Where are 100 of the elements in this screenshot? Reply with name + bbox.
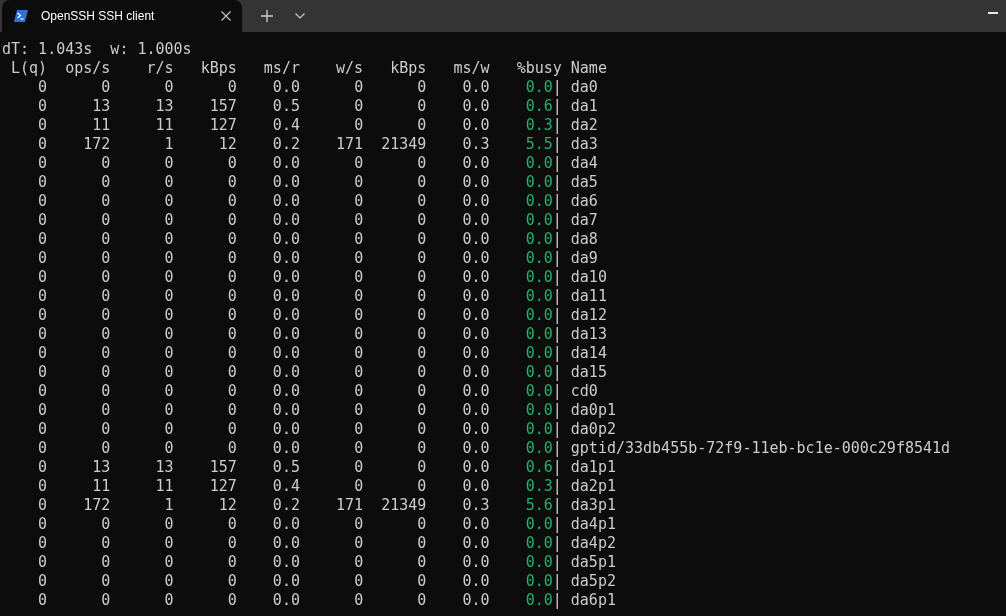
write-latency-value: 0.0 — [461, 268, 490, 287]
write-latency-value: 0.0 — [461, 515, 490, 534]
pipe-character: | — [552, 515, 562, 534]
write-throughput-value: 0 — [416, 287, 427, 306]
queue-length-value: 0 — [37, 515, 48, 534]
writes-per-second-value: 0 — [353, 249, 364, 268]
chevron-down-icon[interactable] — [295, 13, 305, 19]
device-name: da2p1 — [570, 477, 616, 496]
write-latency-value: 0.0 — [461, 420, 490, 439]
read-throughput-value: 0 — [226, 515, 237, 534]
read-latency-value: 0.0 — [271, 534, 300, 553]
ops-per-second-value: 0 — [100, 420, 111, 439]
read-throughput-value: 0 — [226, 572, 237, 591]
write-throughput-value: 0 — [416, 249, 427, 268]
device-name: da1 — [570, 97, 598, 116]
read-latency-value: 0.0 — [271, 420, 300, 439]
column-header: Name — [570, 59, 607, 78]
read-throughput-value: 0 — [226, 287, 237, 306]
terminal-tab[interactable]: OpenSSH SSH client — [2, 0, 242, 32]
write-throughput-value: 0 — [416, 382, 427, 401]
read-throughput-value: 157 — [208, 97, 237, 116]
ops-per-second-value: 0 — [100, 325, 111, 344]
queue-length-value: 0 — [37, 553, 48, 572]
read-throughput-value: 0 — [226, 363, 237, 382]
pipe-character: | — [552, 211, 562, 230]
device-name: da3p1 — [570, 496, 616, 515]
write-latency-value: 0.0 — [461, 382, 490, 401]
ops-per-second-value: 0 — [100, 154, 111, 173]
device-name: da4 — [570, 154, 598, 173]
write-throughput-value: 0 — [416, 192, 427, 211]
read-latency-value: 0.2 — [271, 135, 300, 154]
write-throughput-value: 0 — [416, 116, 427, 135]
busy-percent-value: 0.0 — [524, 534, 553, 553]
pipe-character: | — [552, 154, 562, 173]
pipe-character: | — [552, 591, 562, 610]
pipe-character: | — [552, 458, 562, 477]
busy-percent-value: 0.0 — [524, 173, 553, 192]
queue-length-value: 0 — [37, 154, 48, 173]
pipe-character: | — [552, 230, 562, 249]
queue-length-value: 0 — [37, 325, 48, 344]
queue-length-value: 0 — [37, 591, 48, 610]
read-latency-value: 0.0 — [271, 268, 300, 287]
busy-percent-value: 0.0 — [524, 401, 553, 420]
ops-per-second-value: 13 — [91, 97, 111, 116]
write-throughput-value: 0 — [416, 173, 427, 192]
write-latency-value: 0.0 — [461, 97, 490, 116]
busy-percent-value: 0.0 — [524, 306, 553, 325]
queue-length-value: 0 — [37, 249, 48, 268]
pipe-character: | — [552, 173, 562, 192]
write-latency-value: 0.0 — [461, 401, 490, 420]
queue-length-value: 0 — [37, 116, 48, 135]
column-header: r/s — [145, 59, 174, 78]
read-latency-value: 0.0 — [271, 439, 300, 458]
read-throughput-value: 0 — [226, 306, 237, 325]
queue-length-value: 0 — [37, 477, 48, 496]
column-header: kBps — [389, 59, 427, 78]
close-icon[interactable] — [221, 11, 231, 21]
writes-per-second-value: 0 — [353, 420, 364, 439]
writes-per-second-value: 0 — [353, 363, 364, 382]
read-throughput-value: 157 — [208, 458, 237, 477]
read-throughput-value: 0 — [226, 268, 237, 287]
write-latency-value: 0.0 — [461, 553, 490, 572]
ops-per-second-value: 0 — [100, 591, 111, 610]
device-name: da9 — [570, 249, 598, 268]
busy-percent-value: 0.0 — [524, 382, 553, 401]
read-throughput-value: 0 — [226, 534, 237, 553]
queue-length-value: 0 — [37, 211, 48, 230]
pipe-character: | — [552, 97, 562, 116]
read-latency-value: 0.4 — [271, 477, 300, 496]
write-throughput-value: 0 — [416, 78, 427, 97]
device-name: da12 — [570, 306, 607, 325]
device-name: da4p1 — [570, 515, 616, 534]
ops-per-second-value: 0 — [100, 572, 111, 591]
busy-percent-value: 0.0 — [524, 154, 553, 173]
writes-per-second-value: 0 — [353, 344, 364, 363]
write-throughput-value: 0 — [416, 154, 427, 173]
device-name: da5p1 — [570, 553, 616, 572]
reads-per-second-value: 0 — [163, 287, 174, 306]
plus-icon[interactable] — [261, 10, 273, 22]
device-name: da5 — [570, 173, 598, 192]
column-header: L(q) — [10, 59, 48, 78]
busy-percent-value: 0.0 — [524, 287, 553, 306]
read-throughput-value: 0 — [226, 325, 237, 344]
writes-per-second-value: 0 — [353, 287, 364, 306]
device-name: da8 — [570, 230, 598, 249]
read-throughput-value: 0 — [226, 591, 237, 610]
write-throughput-value: 0 — [416, 591, 427, 610]
ops-per-second-value: 0 — [100, 211, 111, 230]
ops-per-second-value: 172 — [82, 135, 111, 154]
write-latency-value: 0.0 — [461, 287, 490, 306]
column-header: ms/r — [262, 59, 300, 78]
read-latency-value: 0.0 — [271, 154, 300, 173]
read-throughput-value: 12 — [217, 135, 237, 154]
device-name: da10 — [570, 268, 607, 287]
queue-length-value: 0 — [37, 344, 48, 363]
pipe-character: | — [552, 382, 562, 401]
queue-length-value: 0 — [37, 458, 48, 477]
busy-percent-value: 0.0 — [524, 192, 553, 211]
device-name: da3 — [570, 135, 598, 154]
ops-per-second-value: 0 — [100, 439, 111, 458]
